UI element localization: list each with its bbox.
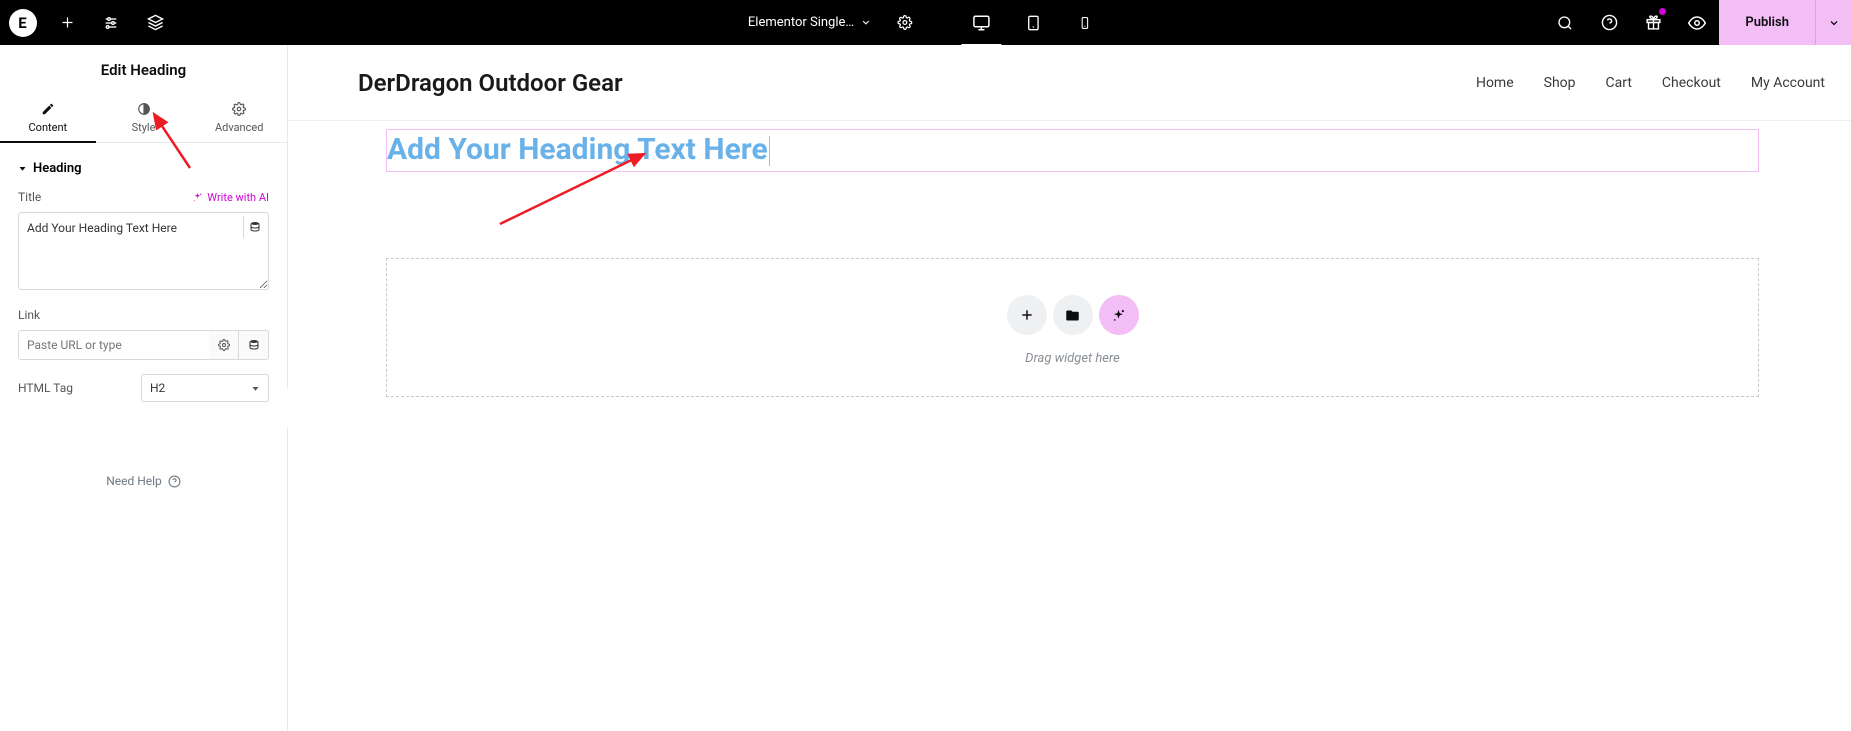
text-caret [769, 136, 770, 166]
whats-new-button[interactable] [1631, 0, 1675, 45]
drop-area[interactable]: Drag widget here [386, 258, 1759, 397]
html-tag-label: HTML Tag [18, 381, 73, 395]
field-link: Link [18, 308, 269, 360]
plus-icon [60, 15, 75, 30]
page-settings-button[interactable] [887, 0, 923, 45]
contrast-icon [137, 102, 151, 116]
publish-button[interactable]: Publish [1719, 0, 1815, 45]
sparkle-icon [1111, 308, 1126, 323]
tab-advanced-label: Advanced [215, 121, 263, 134]
title-input[interactable] [18, 212, 269, 290]
tab-style-label: Style [132, 121, 156, 134]
panel-title: Edit Heading [0, 45, 287, 93]
database-icon [249, 221, 261, 233]
title-label: Title [18, 190, 41, 204]
elementor-logo[interactable]: E [0, 0, 45, 45]
link-options-button[interactable] [209, 330, 239, 360]
add-element-button[interactable] [1007, 295, 1047, 335]
help-icon [1601, 14, 1618, 31]
folder-icon [1065, 308, 1080, 323]
nav-shop[interactable]: Shop [1544, 75, 1576, 91]
canvas: Add Your Heading Text Here Drag widget h… [288, 121, 1851, 397]
build-with-ai-button[interactable] [1099, 295, 1139, 335]
publish-group: Publish [1719, 0, 1851, 45]
database-icon [248, 339, 260, 351]
write-with-ai-label: Write with AI [207, 191, 269, 204]
sparkle-icon [192, 192, 203, 203]
device-mobile[interactable] [1059, 0, 1111, 45]
link-label: Link [18, 308, 40, 322]
document-title-text: Elementor Single… [748, 15, 854, 30]
add-widget-button[interactable] [45, 0, 89, 45]
publish-options-button[interactable] [1815, 0, 1851, 45]
field-html-tag: HTML Tag H2 [18, 374, 269, 402]
desktop-icon [972, 14, 990, 32]
gift-icon [1645, 14, 1662, 31]
sliders-icon [103, 15, 119, 31]
device-tablet[interactable] [1007, 0, 1059, 45]
site-nav: Home Shop Cart Checkout My Account [1476, 75, 1825, 91]
heading-text[interactable]: Add Your Heading Text Here [387, 132, 768, 167]
help-button[interactable] [1587, 0, 1631, 45]
drop-area-actions [387, 295, 1758, 335]
document-title-dropdown[interactable]: Elementor Single… [740, 15, 879, 30]
tab-content-label: Content [29, 121, 68, 134]
eye-icon [1688, 14, 1706, 32]
chevron-down-icon [860, 17, 871, 28]
nav-checkout[interactable]: Checkout [1662, 75, 1721, 91]
need-help-label: Need Help [106, 474, 162, 488]
caret-down-icon [18, 164, 27, 173]
heading-widget[interactable]: Add Your Heading Text Here [386, 129, 1759, 172]
tab-content[interactable]: Content [0, 93, 96, 142]
structure-button[interactable] [133, 0, 177, 45]
tablet-icon [1025, 14, 1041, 32]
preview-area: DerDragon Outdoor Gear Home Shop Cart Ch… [288, 45, 1851, 731]
responsive-devices [955, 0, 1111, 45]
elementor-logo-letter: E [9, 9, 37, 37]
drop-area-text: Drag widget here [387, 351, 1758, 366]
chevron-down-icon [1828, 17, 1840, 29]
tab-style[interactable]: Style [96, 93, 192, 142]
site-title[interactable]: DerDragon Outdoor Gear [358, 69, 623, 97]
nav-home[interactable]: Home [1476, 75, 1514, 91]
link-input[interactable] [18, 330, 209, 360]
html-tag-select[interactable]: H2 [141, 374, 269, 402]
link-dynamic-button[interactable] [239, 330, 269, 360]
topbar-center: Elementor Single… [740, 0, 1111, 45]
gear-icon [232, 102, 246, 116]
layers-icon [147, 14, 164, 31]
help-icon [168, 475, 181, 488]
search-icon [1557, 15, 1573, 31]
section-body: Title Write with AI Link [0, 190, 287, 488]
pencil-icon [41, 102, 55, 116]
site-header: DerDragon Outdoor Gear Home Shop Cart Ch… [288, 45, 1851, 121]
site-settings-button[interactable] [89, 0, 133, 45]
editor-panel: Edit Heading Content Style Advanced Head… [0, 45, 288, 731]
field-title: Title Write with AI [18, 190, 269, 294]
write-with-ai-button[interactable]: Write with AI [192, 191, 269, 204]
topbar: E Elementor Single… [0, 0, 1851, 45]
gear-icon [218, 339, 230, 351]
topbar-right: Publish [1543, 0, 1851, 45]
caret-down-icon [251, 384, 260, 393]
panel-tabs: Content Style Advanced [0, 93, 287, 143]
mobile-icon [1079, 14, 1092, 32]
nav-my-account[interactable]: My Account [1751, 75, 1825, 91]
section-heading-label: Heading [33, 161, 82, 176]
finder-button[interactable] [1543, 0, 1587, 45]
gear-icon [898, 15, 913, 30]
plus-icon [1020, 308, 1034, 322]
html-tag-value: H2 [150, 381, 165, 395]
add-template-button[interactable] [1053, 295, 1093, 335]
topbar-left: E [0, 0, 177, 45]
tab-advanced[interactable]: Advanced [191, 93, 287, 142]
title-dynamic-button[interactable] [243, 216, 265, 238]
notification-dot [1659, 8, 1666, 15]
need-help-link[interactable]: Need Help [18, 416, 269, 488]
nav-cart[interactable]: Cart [1606, 75, 1632, 91]
section-heading-toggle[interactable]: Heading [0, 143, 287, 190]
preview-button[interactable] [1675, 0, 1719, 45]
device-desktop[interactable] [955, 0, 1007, 45]
